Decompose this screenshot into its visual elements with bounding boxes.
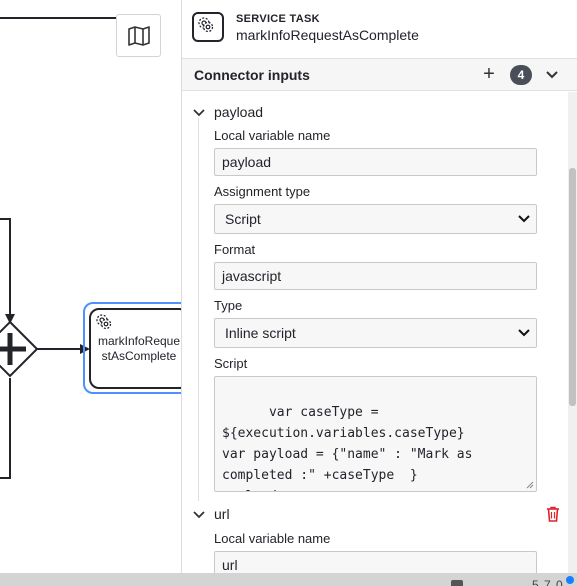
local-variable-label: Local variable name <box>214 531 331 546</box>
version-label: 5.7.0 <box>532 578 564 586</box>
resize-grip-icon[interactable] <box>526 481 534 489</box>
bpmn-canvas[interactable]: markInfoReque stAsComplete <box>0 0 181 573</box>
task-label: markInfoReque stAsComplete <box>91 334 181 364</box>
type-value: Inline script <box>225 325 296 341</box>
list-item-title: payload <box>214 104 264 120</box>
minimap-toggle-button[interactable] <box>116 14 161 57</box>
task-label-line-2: stAsComplete <box>101 349 177 363</box>
list-item-payload-header[interactable]: payload <box>182 102 562 124</box>
status-icon <box>451 580 463 586</box>
assignment-type-label: Assignment type <box>214 184 311 199</box>
add-input-button[interactable]: + <box>480 64 498 84</box>
script-textarea[interactable]: var caseType = ${execution.variables.cas… <box>214 376 537 492</box>
type-label: Type <box>214 298 243 313</box>
script-content: var caseType = ${execution.variables.cas… <box>222 405 473 491</box>
task-label-line-1: markInfoReque <box>97 334 181 348</box>
local-variable-input[interactable]: payload <box>214 148 537 176</box>
properties-panel: SERVICE TASK markInfoRequestAsComplete C… <box>181 0 577 573</box>
status-bar: 5.7.0 <box>0 573 577 586</box>
connector-inputs-group-header[interactable]: Connector inputs + 4 <box>182 58 577 91</box>
local-variable-input[interactable]: url <box>214 551 537 573</box>
format-label: Format <box>214 242 256 257</box>
local-variable-label: Local variable name <box>214 128 331 143</box>
connector-inputs-list[interactable]: payload Local variable name payload Assi… <box>182 92 577 573</box>
input-count-badge: 4 <box>510 65 532 85</box>
list-indent-line <box>198 118 199 501</box>
chevron-down-icon <box>518 329 530 337</box>
chevron-down-icon[interactable] <box>192 106 206 120</box>
element-name: markInfoRequestAsComplete <box>236 27 419 43</box>
gear-icon <box>96 314 112 330</box>
gear-icon <box>198 17 214 33</box>
panel-header: SERVICE TASK markInfoRequestAsComplete <box>182 0 577 57</box>
format-input[interactable]: javascript <box>214 262 537 290</box>
chevron-down-icon <box>518 215 530 223</box>
element-type-label: SERVICE TASK <box>236 13 320 25</box>
assignment-type-value: Script <box>225 211 261 227</box>
service-task-header-icon <box>192 12 224 42</box>
panel-scrollbar-thumb[interactable] <box>569 168 576 406</box>
trash-icon[interactable] <box>546 506 560 522</box>
service-task-shape[interactable]: markInfoReque stAsComplete <box>89 308 181 389</box>
list-item-title: url <box>214 506 230 522</box>
script-label: Script <box>214 356 248 371</box>
type-select[interactable]: Inline script <box>214 318 537 348</box>
group-title: Connector inputs <box>194 67 310 83</box>
diagram-connections <box>0 17 116 479</box>
status-dot <box>566 576 574 584</box>
chevron-down-icon[interactable] <box>192 508 206 522</box>
map-icon <box>127 25 150 46</box>
chevron-down-icon[interactable] <box>544 67 560 83</box>
assignment-type-select[interactable]: Script <box>214 204 537 234</box>
list-item-url-header[interactable]: url <box>182 504 562 526</box>
